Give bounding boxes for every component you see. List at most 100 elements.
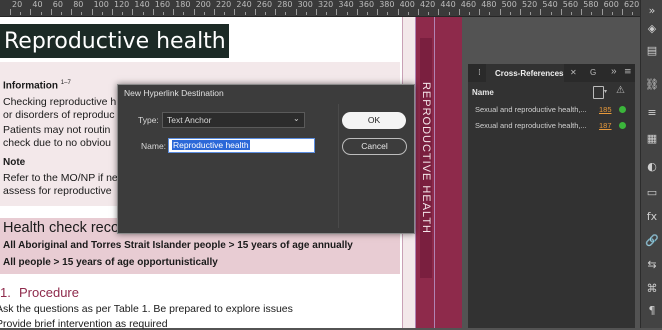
health-check-line[interactable]: All people > 15 years of age opportunist…	[3, 257, 218, 268]
tab-cross-references[interactable]: Cross-References	[486, 64, 564, 82]
note-line[interactable]: Refer to the MO/NP if ne	[3, 172, 118, 184]
collapse-icon[interactable]: »	[645, 4, 659, 18]
swatches-icon[interactable]: ▦	[645, 132, 659, 146]
list-item[interactable]: Sexual and reproductive health,... 185	[468, 103, 635, 117]
stroke-icon[interactable]: ≡	[645, 106, 659, 120]
cancel-button[interactable]: Cancel	[342, 138, 407, 155]
ruler-label: 540	[542, 0, 558, 9]
ruler-label: 60	[52, 0, 63, 9]
horizontal-ruler[interactable]: 20 40 60 80 100 120 140 160 180 200 220 240 260 280 30…	[0, 0, 640, 17]
info-line[interactable]: check due to no obviou	[3, 137, 111, 149]
cross-references-icon[interactable]: ⇆	[645, 258, 659, 272]
type-select[interactable]: Text Anchor ⌄	[162, 112, 305, 128]
type-label: Type:	[138, 115, 159, 125]
ruler-tick	[234, 9, 236, 15]
info-line[interactable]: Checking reproductive h	[3, 96, 116, 108]
ruler-tick	[387, 12, 389, 15]
xref-page-link[interactable]: 187	[599, 121, 612, 130]
ruler-tick	[20, 12, 22, 15]
panel-dock: » ◈ ▤ ⛓ ≡ ▦ ◐ ▭ fx 🔗 ⇆ ⌘ ¶	[640, 0, 662, 328]
ruler-label: 100	[93, 0, 109, 9]
tab-g[interactable]: G	[590, 68, 596, 77]
ruler-tick	[61, 12, 62, 15]
name-label: Name:	[141, 141, 167, 151]
name-input[interactable]: Reproductive health	[168, 138, 315, 153]
procedure-line[interactable]: Ask the questions as per Table 1. Be pre…	[0, 303, 293, 315]
ruler-label: 560	[562, 0, 579, 9]
ruler-tick	[173, 9, 175, 15]
info-line[interactable]: Patients may not routin	[3, 124, 110, 136]
ruler-label: 340	[338, 0, 354, 9]
info-heading[interactable]: Information 1–7	[3, 80, 71, 91]
warning-icon[interactable]: ⚠	[616, 85, 625, 96]
ruler-tick	[520, 9, 521, 15]
color-icon[interactable]: ◐	[645, 160, 659, 174]
procedure-heading[interactable]: Procedure	[19, 285, 79, 300]
note-line[interactable]: assess for reproductive	[3, 185, 112, 197]
vertical-section-title: REPRODUCTIVE HEALTH	[420, 81, 432, 235]
new-page-icon[interactable]	[593, 86, 604, 99]
ruler-tick	[132, 9, 134, 15]
layers-icon[interactable]: ◈	[645, 22, 659, 36]
ruler-tick	[295, 9, 297, 15]
ruler-tick	[367, 12, 368, 15]
xref-name: Sexual and reproductive health,...	[475, 121, 587, 130]
tab-label: Cross-References	[495, 69, 564, 78]
ruler-tick	[632, 12, 634, 15]
ok-button[interactable]: OK	[342, 112, 406, 129]
ruler-tick	[142, 12, 144, 15]
hyperlinks-icon[interactable]: 🔗	[645, 234, 659, 248]
column-guide	[415, 17, 416, 328]
page-title[interactable]: Reproductive health	[4, 29, 226, 54]
tab-close-icon[interactable]: ✕	[570, 68, 577, 77]
effects-icon[interactable]: fx	[645, 210, 659, 224]
ruler-label: 180	[175, 0, 191, 9]
ruler-tick	[285, 12, 287, 15]
procedure-number: 1.	[0, 285, 11, 300]
ruler-label: 20	[12, 0, 23, 9]
ruler-label: 420	[420, 0, 436, 9]
pages-icon[interactable]: ▤	[645, 44, 659, 58]
procedure-line[interactable]: Provide brief intervention as required	[0, 318, 168, 330]
panel-expand-icon[interactable]: »	[611, 66, 617, 77]
ruler-tick	[428, 12, 430, 15]
panel-grip-icon[interactable]: ⁞	[478, 68, 481, 78]
ruler-tick	[438, 9, 440, 15]
ruler-label: 140	[134, 0, 150, 9]
paragraph-styles-icon[interactable]: ¶	[645, 304, 659, 318]
ruler-tick	[550, 12, 552, 15]
ruler-tick	[622, 9, 623, 15]
ruler-tick	[489, 12, 491, 15]
vertical-label-frame[interactable]: REPRODUCTIVE HEALTH	[420, 38, 432, 278]
ruler-label: 480	[481, 0, 497, 9]
ruler-tick	[377, 9, 379, 15]
list-item[interactable]: Sexual and reproductive health,... 187	[468, 119, 635, 133]
xref-page-link[interactable]: 185	[599, 105, 612, 114]
ruler-tick	[112, 9, 113, 15]
ruler-tick	[183, 12, 185, 15]
info-line[interactable]: or disorders of reproduc	[3, 109, 114, 121]
column-header-name[interactable]: Name	[472, 88, 494, 97]
ruler-label: 200	[195, 0, 211, 9]
new-hyperlink-destination-dialog[interactable]	[117, 84, 415, 234]
links-icon[interactable]: ⛓	[645, 78, 659, 92]
column-guide	[434, 17, 435, 328]
type-value: Text Anchor	[167, 115, 212, 125]
ruler-tick	[601, 9, 603, 15]
ruler-label: 300	[297, 0, 313, 9]
note-heading[interactable]: Note	[3, 157, 25, 168]
ruler-tick	[163, 12, 164, 15]
ruler-tick	[254, 9, 256, 15]
ruler-tick	[224, 12, 226, 15]
ruler-tick	[214, 9, 215, 15]
health-check-line[interactable]: All Aboriginal and Torres Strait Islande…	[3, 240, 353, 251]
chevron-down-icon[interactable]: ▾	[604, 88, 607, 95]
bookmarks-icon[interactable]: ⌘	[645, 282, 659, 296]
gradient-icon[interactable]: ▭	[645, 186, 659, 200]
ruler-label: 380	[379, 0, 395, 9]
ruler-tick	[581, 9, 583, 15]
ruler-tick	[418, 9, 419, 15]
status-ok-icon	[619, 106, 626, 113]
menu-icon[interactable]: ≡	[624, 67, 632, 77]
ruler-tick	[560, 9, 562, 15]
